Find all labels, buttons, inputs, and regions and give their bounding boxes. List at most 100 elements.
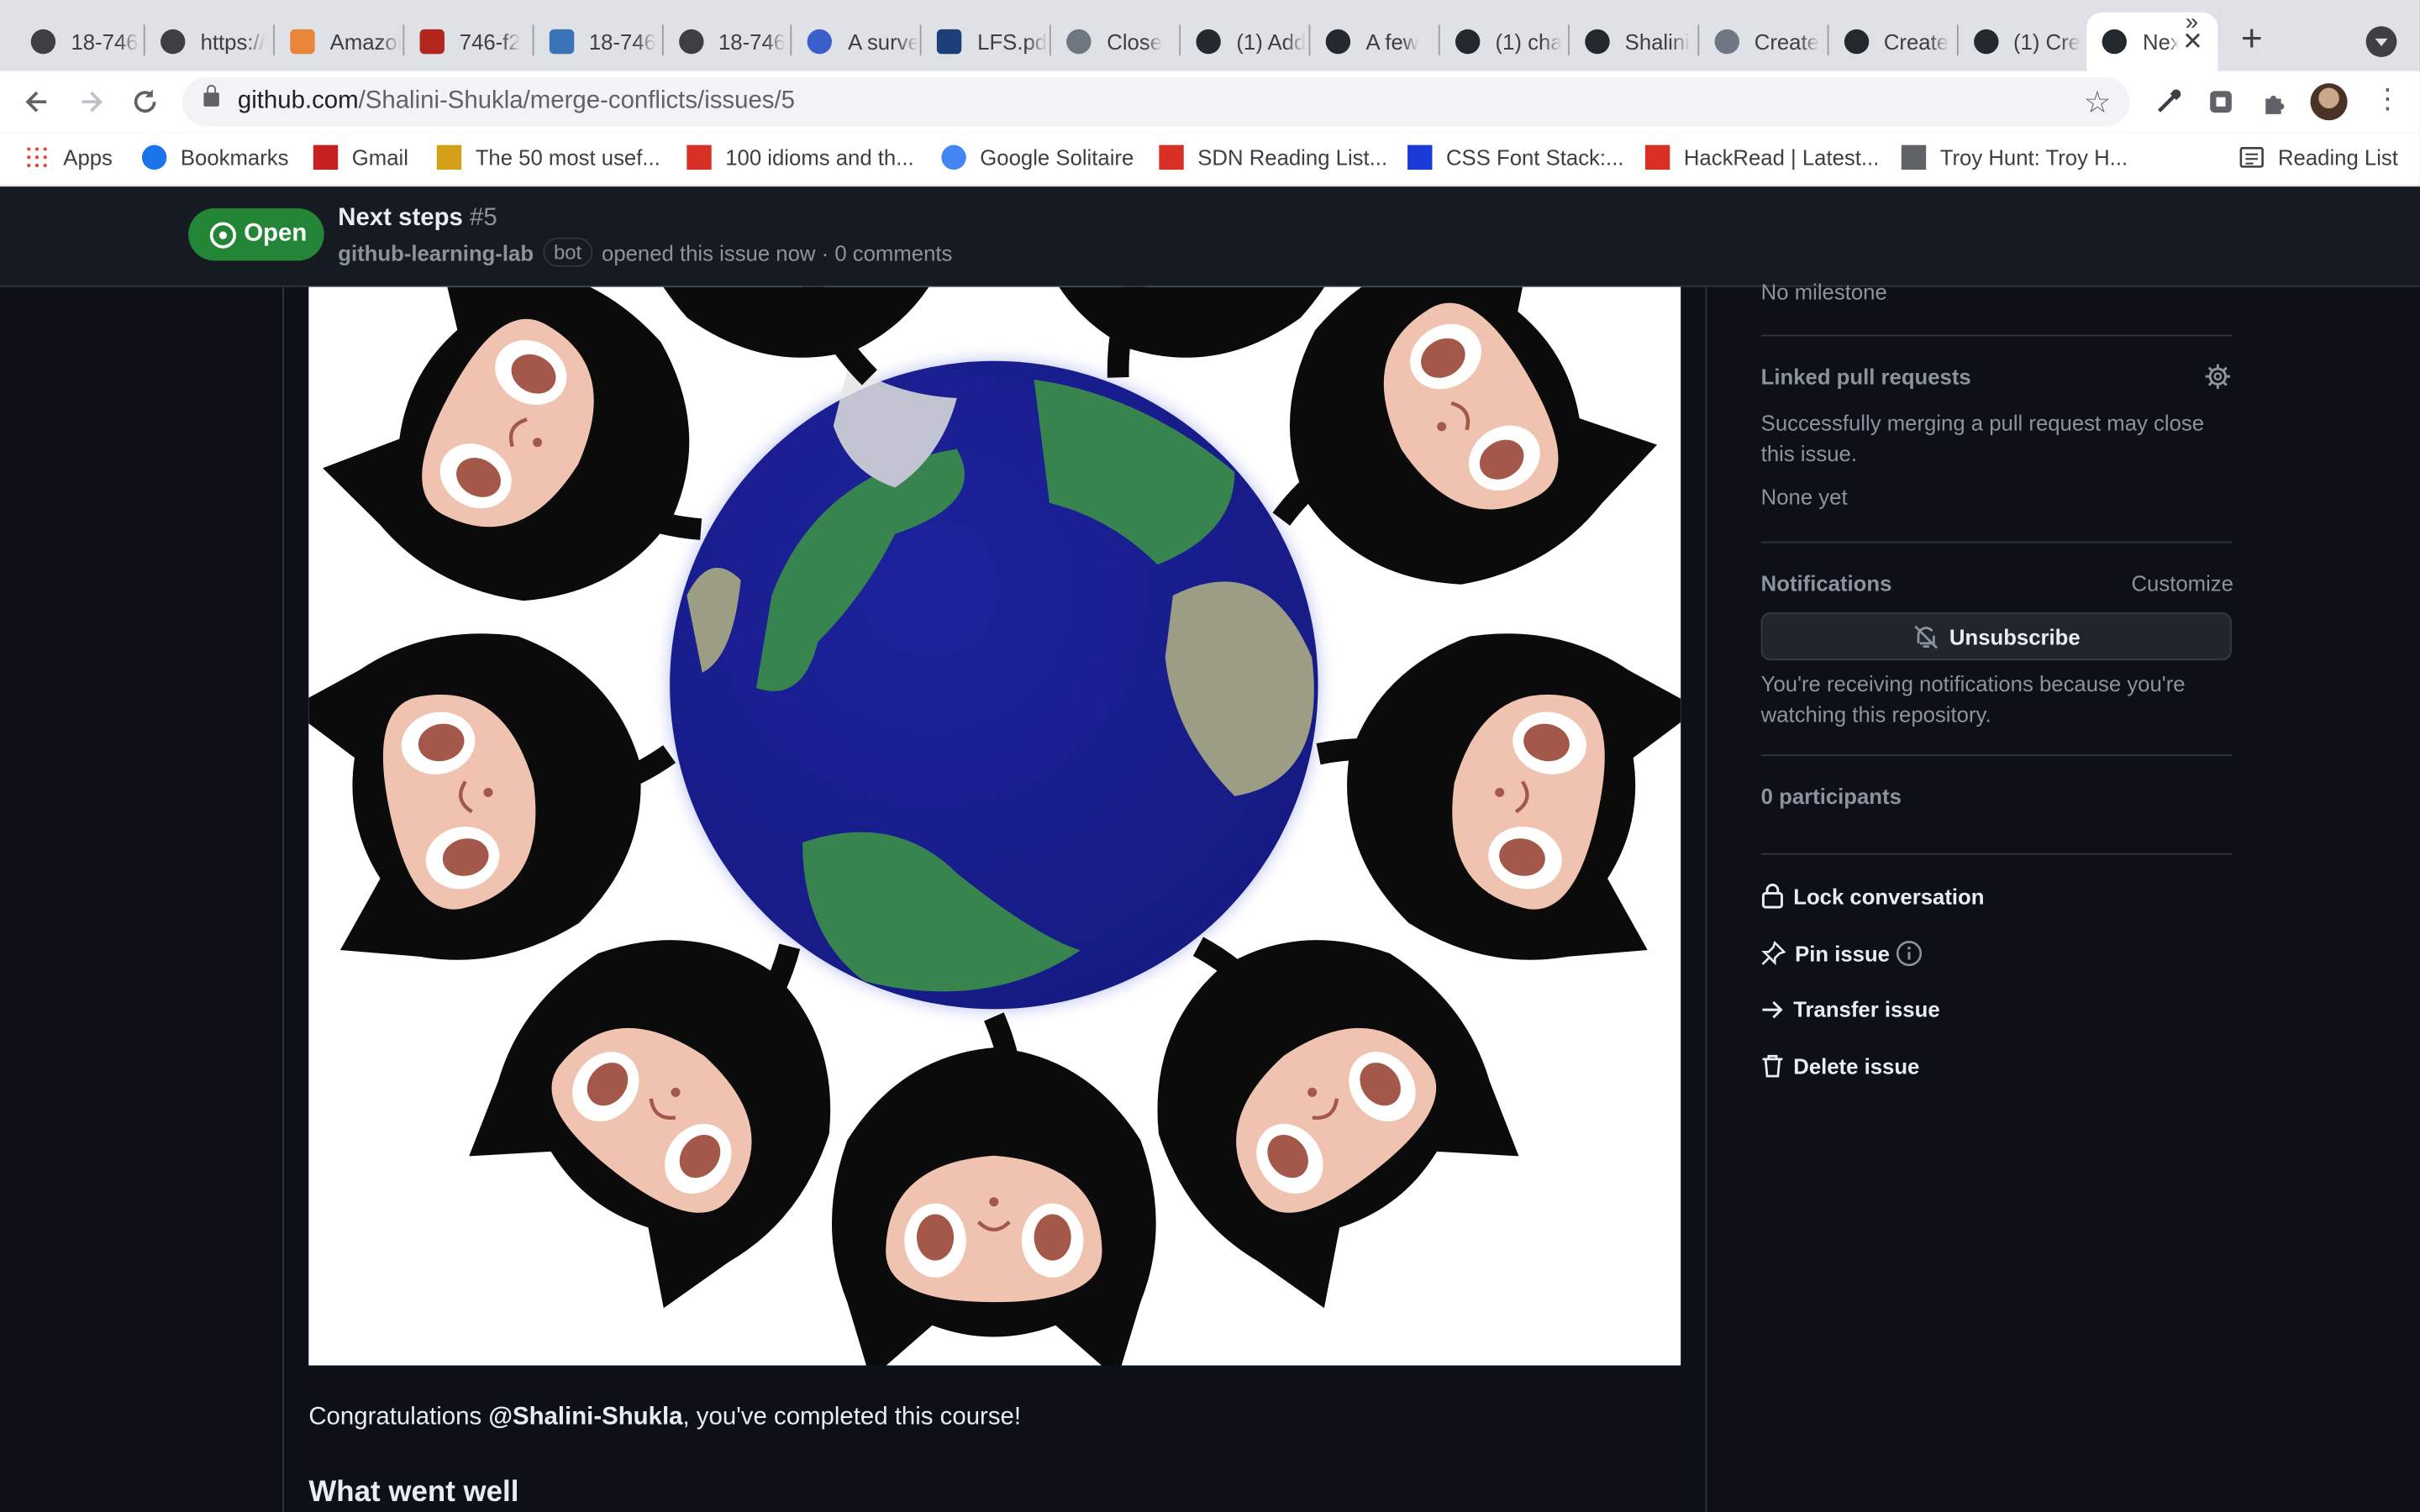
bot-badge: bot (543, 237, 593, 267)
bookmark-label: Bookmarks (180, 144, 289, 171)
bookmark-star-icon[interactable]: ☆ (2084, 83, 2112, 122)
pin-issue-link[interactable]: Pin issue (1761, 940, 1924, 968)
browser-tab[interactable]: A survey (792, 13, 918, 71)
body-suffix: , you've completed this course! (682, 1404, 1022, 1431)
star-icon (141, 144, 167, 171)
puzzle-extensions-icon[interactable] (2260, 87, 2291, 118)
extension-icon[interactable] (2206, 87, 2237, 118)
bookmark-item[interactable]: Bookmarks (141, 144, 289, 171)
issue-author-link[interactable]: github-learning-lab (338, 240, 534, 265)
bookmarks-overflow-button[interactable]: » (2186, 9, 2198, 35)
customize-link[interactable]: Customize (2131, 571, 2233, 596)
globe-icon (30, 29, 56, 55)
forward-icon[interactable] (70, 81, 113, 123)
issue-state-badge: Open (188, 207, 324, 261)
browser-window: 18-746 https:// Amazon 746-f2 18-746 18-746 A … (0, 0, 2420, 1512)
tab-separator (1438, 24, 1440, 56)
bookmark-item[interactable]: 100 idioms and th... (687, 144, 914, 171)
browser-tab[interactable]: Amazon (275, 13, 401, 71)
bookmark-item[interactable]: Troy Hunt: Troy H... (1901, 144, 2128, 171)
eyedropper-extension-icon[interactable] (2153, 87, 2184, 118)
browser-tab[interactable]: Create (1699, 13, 1825, 71)
body-prefix: Congratulations (308, 1404, 489, 1431)
w-icon (436, 144, 462, 171)
transfer-issue-link[interactable]: Transfer issue (1761, 997, 1940, 1021)
bell-slash-icon (1914, 624, 1939, 648)
browser-tab[interactable]: 18-746 (15, 13, 141, 71)
tab-separator (531, 24, 534, 56)
tab-label: A survey (848, 29, 918, 55)
browser-tab[interactable]: Close (1051, 13, 1177, 71)
reading-list-icon (2239, 147, 2264, 168)
browser-tab[interactable]: (1) Cre (1958, 13, 2084, 71)
bookmark-label: SDN Reading List... (1197, 144, 1388, 171)
reading-list-button[interactable]: Reading List (2239, 145, 2398, 170)
unsubscribe-label: Unsubscribe (1949, 623, 2081, 649)
pin-icon (1761, 941, 1786, 966)
tab-separator (1567, 24, 1570, 56)
profile-avatar[interactable] (2310, 83, 2348, 121)
tab-label: A few (1365, 29, 1419, 55)
browser-tab[interactable]: A few (1310, 13, 1436, 71)
reload-icon[interactable] (124, 81, 166, 123)
browser-tab[interactable]: Shalini (1570, 13, 1696, 71)
hr-icon (1644, 144, 1670, 171)
c-icon (687, 144, 712, 171)
bookmark-item[interactable]: The 50 most usef... (436, 144, 660, 171)
octocat-icon (1066, 29, 1092, 55)
tab-label: 18-746 (718, 29, 786, 55)
apps-grid-icon (24, 144, 50, 171)
issue-state-label: Open (244, 220, 308, 247)
css-icon (1407, 144, 1433, 171)
browser-tab[interactable]: LFS.pdf (922, 13, 1048, 71)
browser-tab[interactable]: (1) Add (1181, 13, 1307, 71)
new-tab-button[interactable]: + (2232, 18, 2272, 61)
tab-separator (1050, 24, 1052, 56)
tab-separator (661, 24, 663, 56)
octocats-globe-image (308, 286, 1681, 1366)
tab-label: 18-746 (588, 29, 656, 55)
browser-tab[interactable]: Create (1828, 13, 1954, 71)
browser-tab[interactable]: 18-746 (663, 13, 789, 71)
info-icon[interactable] (1896, 940, 1923, 968)
browser-tab[interactable]: https:// (145, 13, 271, 71)
browser-menu-icon[interactable]: ⋮ (2374, 83, 2402, 116)
tab-separator (791, 24, 792, 56)
issue-opened-icon (209, 221, 237, 248)
lock-conversation-label: Lock conversation (1793, 883, 1985, 908)
browser-tab[interactable]: 18-746 (534, 13, 660, 71)
lock-icon[interactable] (203, 85, 219, 107)
lock-conversation-link[interactable]: Lock conversation (1761, 883, 1985, 909)
bookmark-item[interactable]: Apps (24, 144, 113, 171)
issue-body-text: Congratulations @Shalini-Shukla, you've … (308, 1404, 1021, 1431)
back-icon[interactable] (15, 81, 58, 123)
tab-label: (1) Add (1236, 29, 1307, 55)
p-app-icon (549, 29, 574, 55)
participants-count: 0 participants (1760, 784, 1902, 809)
tab-separator (1956, 24, 1958, 56)
bookmark-item[interactable]: Gmail (313, 144, 408, 171)
tab-separator (402, 24, 404, 56)
bookmark-item[interactable]: HackRead | Latest... (1644, 144, 1879, 171)
delete-issue-link[interactable]: Delete issue (1761, 1053, 1919, 1079)
reading-list-label: Reading List (2277, 144, 2398, 171)
github-icon (2102, 29, 2128, 55)
tab-separator (920, 24, 923, 56)
sidebar-divider (1760, 541, 2232, 543)
globe-icon (160, 29, 186, 55)
address-bar[interactable]: github.com/Shalini-Shukla/merge-conflict… (182, 76, 2130, 127)
bookmark-item[interactable]: CSS Font Stack:... (1407, 144, 1623, 171)
tab-search-icon[interactable] (2365, 26, 2397, 57)
gear-icon[interactable] (2204, 363, 2232, 391)
browser-tab[interactable]: Next✕ (2086, 12, 2219, 71)
bookmark-label: Apps (63, 144, 113, 171)
unsubscribe-button[interactable]: Unsubscribe (1760, 612, 2232, 661)
browser-tab[interactable]: (1) cha (1439, 13, 1565, 71)
bookmarks-bar: Apps Bookmarks Gmail The 50 most usef... 100… (0, 132, 2420, 187)
browser-tab[interactable]: 746-f2 (404, 13, 530, 71)
user-mention-link[interactable]: @Shalini-Shukla (488, 1404, 682, 1430)
issue-number: #5 (470, 205, 497, 232)
tab-separator (1697, 24, 1699, 56)
bookmark-item[interactable]: Google Solitaire (941, 144, 1134, 171)
bookmark-item[interactable]: SDN Reading List... (1159, 144, 1388, 171)
